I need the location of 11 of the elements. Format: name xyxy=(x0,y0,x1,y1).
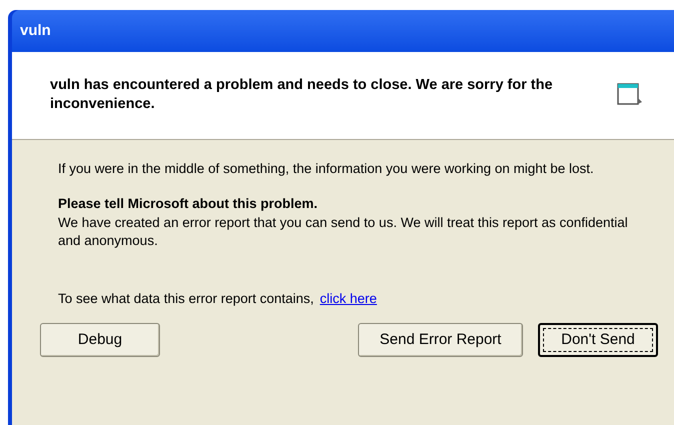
window-icon xyxy=(616,82,644,108)
error-message: vuln has encountered a problem and needs to close. We are sorry for the inconvenience. xyxy=(50,76,554,114)
info-text: If you were in the middle of something, the information you were working on might be lost. xyxy=(58,160,595,178)
report-text: We have created an error report that you can send to us. We will treat this report as confidential and anonymous. xyxy=(58,214,629,250)
window-title: vuln xyxy=(20,20,51,41)
details-prompt: To see what data this error report contains, xyxy=(58,290,314,308)
dialog-button[interactable]: Don't Send xyxy=(538,323,658,358)
details-link[interactable]: click here xyxy=(320,289,377,310)
dialog-button[interactable]: Debug xyxy=(40,323,160,358)
section-heading: Please tell Microsoft about this problem. xyxy=(58,195,319,213)
dialog-button[interactable]: Send Error Report xyxy=(358,323,523,358)
